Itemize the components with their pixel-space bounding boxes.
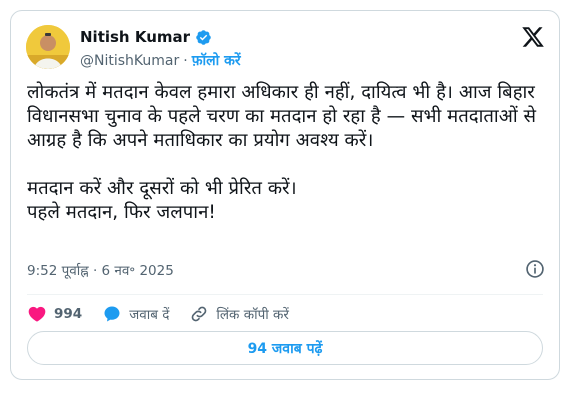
follow-button[interactable]: फ़ॉलो करें bbox=[192, 51, 241, 70]
link-icon bbox=[189, 304, 209, 324]
verified-badge-icon bbox=[195, 29, 212, 46]
separator-dot: · bbox=[183, 52, 188, 69]
reply-label: जवाब दें bbox=[129, 307, 170, 323]
divider bbox=[27, 294, 543, 295]
like-count: 994 bbox=[54, 306, 83, 322]
tweet-timestamp[interactable]: 9:52 पूर्वाह्न · 6 नव॰ 2025 bbox=[27, 261, 174, 279]
heart-icon bbox=[27, 304, 47, 324]
author-name-row: Nitish Kumar bbox=[80, 28, 212, 46]
tweet-card: Nitish Kumar @NitishKumar · फ़ॉलो करें ल… bbox=[10, 10, 560, 380]
handle-row: @NitishKumar · फ़ॉलो करें bbox=[80, 51, 241, 70]
x-logo-icon[interactable] bbox=[521, 25, 545, 49]
action-bar: 994 जवाब दें लिंक कॉपी करें bbox=[27, 304, 289, 324]
author-name[interactable]: Nitish Kumar bbox=[80, 28, 190, 46]
avatar[interactable] bbox=[26, 25, 70, 69]
reply-bubble-icon bbox=[102, 304, 122, 324]
copy-link-label: लिंक कॉपी करें bbox=[216, 307, 289, 323]
avatar-image bbox=[26, 25, 70, 69]
tweet-text: लोकतंत्र में मतदान केवल हमारा अधिकार ही … bbox=[27, 82, 537, 223]
like-button[interactable]: 994 bbox=[27, 304, 82, 324]
author-handle[interactable]: @NitishKumar bbox=[80, 53, 179, 69]
info-icon[interactable] bbox=[525, 259, 545, 279]
copy-link-button[interactable]: लिंक कॉपी करें bbox=[189, 304, 289, 324]
reply-button[interactable]: जवाब दें bbox=[102, 304, 169, 324]
read-replies-button[interactable]: 94 जवाब पढ़ें bbox=[27, 331, 543, 365]
